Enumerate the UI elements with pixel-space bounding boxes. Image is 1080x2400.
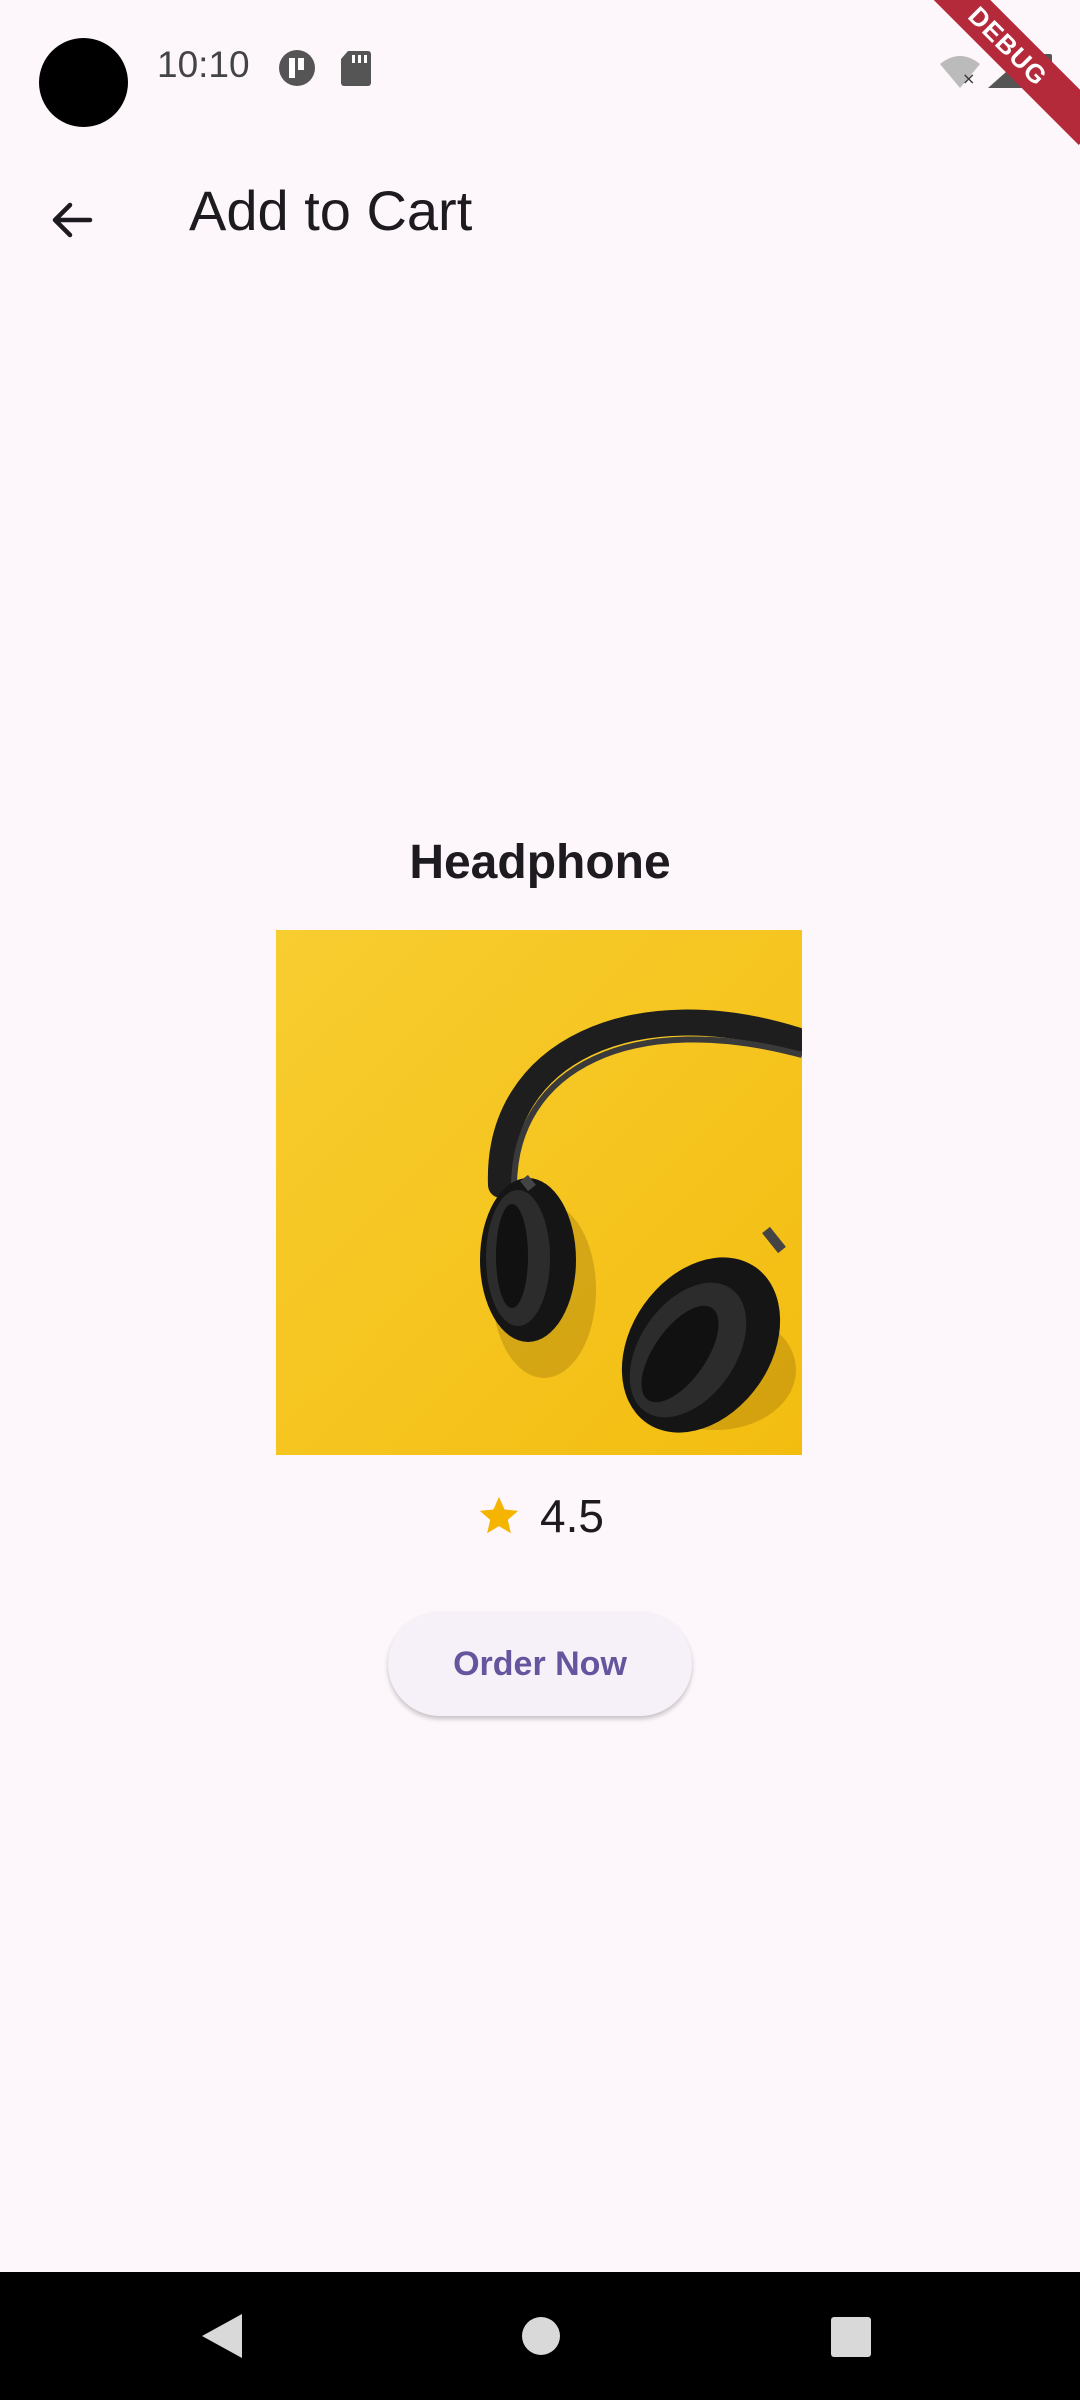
nav-back-icon[interactable] [200,2312,244,2360]
product-image [276,930,802,1455]
rating-row: 4.5 [0,1486,1080,1546]
star-icon [479,1496,519,1534]
navigation-bar [0,2272,1080,2400]
screen: 10:10 × DEBUG Add to Cart Headphone 4.5 … [0,0,1080,2400]
headphone-image [276,930,802,1455]
status-time: 10:10 [157,44,250,85]
sd-card-icon [341,51,371,86]
nav-home-icon[interactable] [521,2316,561,2356]
page-title: Add to Cart [189,179,473,242]
product-name: Headphone [409,836,671,889]
app-bar: Add to Cart [0,150,1080,270]
order-now-button[interactable]: Order Now [388,1612,692,1716]
rating-value: 4.5 [540,1490,604,1542]
notification-app-icon [279,50,315,86]
arrow-back-icon [52,202,93,238]
status-bar: 10:10 × DEBUG [0,0,1080,145]
svg-text:×: × [962,69,975,88]
back-button[interactable] [24,172,120,268]
nav-recents-icon[interactable] [830,2316,872,2358]
camera-cutout [39,38,128,127]
